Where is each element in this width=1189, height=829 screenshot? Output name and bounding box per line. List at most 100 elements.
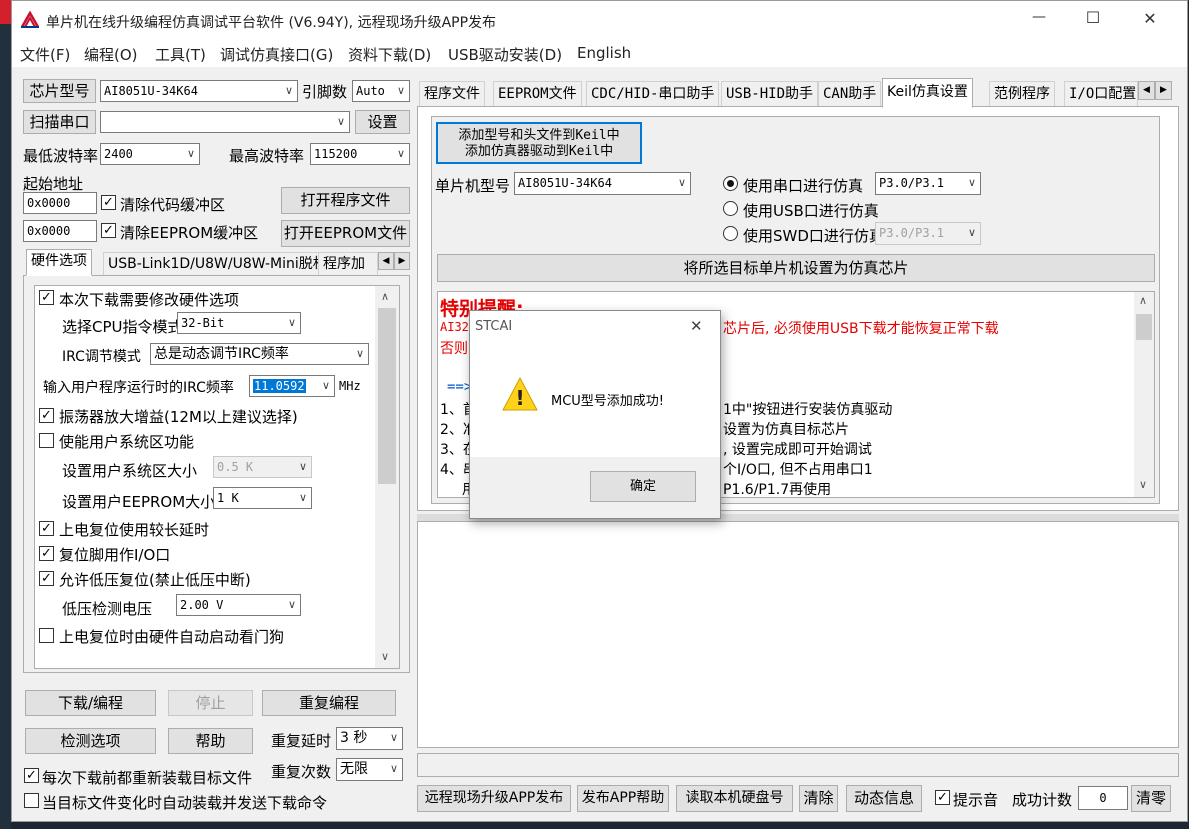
code-start-address-input[interactable]: 0x0000 xyxy=(23,192,97,214)
tab-program-encrypt[interactable]: 程序加 xyxy=(318,252,378,276)
tab-cdc-hid-serial[interactable]: CDC/HID-串口助手 xyxy=(586,81,720,107)
notice-scrollbar[interactable]: ∧ ∨ xyxy=(1134,292,1154,497)
irc-frequency-select[interactable]: 11.0592 ∨ xyxy=(249,375,335,397)
low-voltage-threshold-value: 2.00 V xyxy=(180,598,224,612)
remote-publish-button[interactable]: 远程现场升级APP发布 xyxy=(417,785,571,812)
publish-help-button[interactable]: 发布APP帮助 xyxy=(577,785,669,812)
eeprom-start-address-input[interactable]: 0x0000 xyxy=(23,220,97,242)
menu-program[interactable]: 编程(O) xyxy=(84,44,138,65)
notice-line6-right: 个I/O口, 但不占用串口1 xyxy=(723,462,873,478)
clear-eeprom-checkbox[interactable]: ✓ xyxy=(101,223,116,238)
chip-model-select[interactable]: AI8051U-34K64 ∨ xyxy=(100,80,298,102)
min-baud-value: 2400 xyxy=(104,147,133,161)
irc-mode-value: 总是动态调节IRC频率 xyxy=(154,346,289,362)
dialog-ok-button[interactable]: 确定 xyxy=(590,471,696,502)
radio-serial-debug[interactable] xyxy=(723,176,738,191)
help-button[interactable]: 帮助 xyxy=(168,728,253,754)
set-target-chip-button[interactable]: 将所选目标单片机设置为仿真芯片 xyxy=(437,254,1155,282)
add-to-keil-button[interactable]: 添加型号和头文件到Keil中 添加仿真器驱动到Keil中 xyxy=(436,122,642,164)
clear-code-checkbox[interactable]: ✓ xyxy=(101,195,116,210)
tab-scroll-right-icon[interactable]: ▶ xyxy=(394,252,410,270)
success-count-value: 0 xyxy=(1078,786,1128,810)
scan-port-button[interactable]: 扫描串口 xyxy=(23,110,96,134)
scroll-thumb[interactable] xyxy=(378,308,396,484)
swd-port-pins-select[interactable]: P3.0/P3.1 ∨ xyxy=(875,222,981,245)
cpu-mode-label: 选择CPU指令模式 xyxy=(62,318,183,336)
notice-line5-right: , 设置完成即可开始调试 xyxy=(723,442,872,458)
menu-english[interactable]: English xyxy=(577,44,631,62)
auto-reload-checkbox[interactable] xyxy=(24,793,39,808)
low-voltage-reset-checkbox[interactable]: ✓ xyxy=(39,571,54,586)
options-scrollbar[interactable]: ∧ ∨ xyxy=(375,286,399,668)
menu-usb-driver[interactable]: USB驱动安装(D) xyxy=(448,44,562,65)
pin-count-select[interactable]: Auto ∨ xyxy=(352,80,410,102)
settings-button[interactable]: 设置 xyxy=(355,110,410,134)
tab-examples[interactable]: 范例程序 xyxy=(989,81,1055,107)
serial-port-pins-select[interactable]: P3.0/P3.1 ∨ xyxy=(875,172,981,195)
max-baud-select[interactable]: 115200 ∨ xyxy=(310,143,410,165)
clear-log-button[interactable]: 清除 xyxy=(799,785,838,812)
output-log-area[interactable] xyxy=(417,521,1179,748)
radio-usb-debug[interactable] xyxy=(723,201,738,216)
mcu-model-select[interactable]: AI8051U-34K64 ∨ xyxy=(514,172,691,195)
radio-swd-debug[interactable] xyxy=(723,226,738,241)
tab-program-file[interactable]: 程序文件 xyxy=(419,81,485,107)
read-disk-id-button[interactable]: 读取本机硬盘号 xyxy=(676,785,793,812)
tab-can[interactable]: CAN助手 xyxy=(818,81,882,107)
download-program-button[interactable]: 下载/编程 xyxy=(25,690,156,716)
reset-pin-io-checkbox[interactable]: ✓ xyxy=(39,546,54,561)
cpu-mode-select[interactable]: 32-Bit ∨ xyxy=(177,312,301,334)
serial-port-select[interactable]: ∨ xyxy=(100,111,350,133)
open-eeprom-file-button[interactable]: 打开EEPROM文件 xyxy=(281,220,410,247)
menu-downloads[interactable]: 资料下载(D) xyxy=(348,44,431,65)
scroll-down-icon[interactable]: ∨ xyxy=(381,650,389,663)
user-eeprom-size-label: 设置用户EEPROM大小 xyxy=(62,493,216,511)
menu-file[interactable]: 文件(F) xyxy=(20,44,70,65)
chip-model-button[interactable]: 芯片型号 xyxy=(23,79,96,103)
stop-button[interactable]: 停止 xyxy=(168,690,253,716)
check-options-button[interactable]: 检测选项 xyxy=(25,728,156,754)
power-on-delay-checkbox[interactable]: ✓ xyxy=(39,521,54,536)
tab-usb-link-offline[interactable]: USB-Link1D/U8W/U8W-Mini脱机 xyxy=(103,252,332,276)
scroll-down-icon[interactable]: ∨ xyxy=(1139,478,1147,491)
user-system-size-select[interactable]: 0.5 K ∨ xyxy=(213,456,312,478)
right-tab-scroll-right-icon[interactable]: ▶ xyxy=(1155,81,1172,100)
tab-scroll-left-icon[interactable]: ◀ xyxy=(378,252,394,270)
minimize-button[interactable]: — xyxy=(1024,9,1054,25)
dialog-close-button[interactable]: ✕ xyxy=(690,317,703,335)
scroll-up-icon[interactable]: ∧ xyxy=(1139,294,1147,307)
repeat-count-select[interactable]: 无限 ∨ xyxy=(336,758,403,781)
menu-debug-interface[interactable]: 调试仿真接口(G) xyxy=(220,44,333,65)
success-count-label: 成功计数 xyxy=(1012,791,1073,809)
beep-checkbox[interactable]: ✓ xyxy=(935,790,950,805)
user-system-area-checkbox[interactable] xyxy=(39,433,54,448)
menu-tools[interactable]: 工具(T) xyxy=(155,44,206,65)
scroll-up-icon[interactable]: ∧ xyxy=(381,290,389,303)
min-baud-select[interactable]: 2400 ∨ xyxy=(100,143,200,165)
modify-hardware-label: 本次下载需要修改硬件选项 xyxy=(59,291,240,309)
beep-label: 提示音 xyxy=(953,791,999,809)
reload-each-checkbox[interactable]: ✓ xyxy=(24,768,39,783)
dynamic-info-button[interactable]: 动态信息 xyxy=(846,785,922,812)
irc-mode-select[interactable]: 总是动态调节IRC频率 ∨ xyxy=(150,343,369,365)
scroll-thumb[interactable] xyxy=(1136,314,1152,340)
repeat-delay-select[interactable]: 3 秒 ∨ xyxy=(336,727,403,750)
tab-eeprom-file[interactable]: EEPROM文件 xyxy=(493,81,582,107)
repeat-program-button[interactable]: 重复编程 xyxy=(262,690,396,716)
close-button[interactable]: ✕ xyxy=(1135,9,1165,28)
tab-io-config[interactable]: I/O口配置 xyxy=(1064,81,1138,107)
user-eeprom-size-select[interactable]: 1 K ∨ xyxy=(213,487,312,509)
reset-count-button[interactable]: 清零 xyxy=(1131,785,1171,812)
modify-hardware-checkbox[interactable]: ✓ xyxy=(39,290,54,305)
watchdog-label: 上电复位时由硬件自动启动看门狗 xyxy=(59,628,285,646)
watchdog-checkbox[interactable] xyxy=(39,628,54,643)
open-program-file-button[interactable]: 打开程序文件 xyxy=(281,187,410,214)
tab-usb-hid[interactable]: USB-HID助手 xyxy=(721,81,819,107)
maximize-button[interactable]: ☐ xyxy=(1078,8,1108,27)
notice-line3-right: 1中"按钮进行安装仿真驱动 xyxy=(723,402,893,418)
oscillator-gain-checkbox[interactable]: ✓ xyxy=(39,408,54,423)
tab-hardware-options[interactable]: 硬件选项 xyxy=(26,249,92,276)
low-voltage-threshold-select[interactable]: 2.00 V ∨ xyxy=(176,594,301,616)
tab-keil-settings[interactable]: Keil仿真设置 xyxy=(882,78,973,108)
right-tab-scroll-left-icon[interactable]: ◀ xyxy=(1138,81,1155,100)
